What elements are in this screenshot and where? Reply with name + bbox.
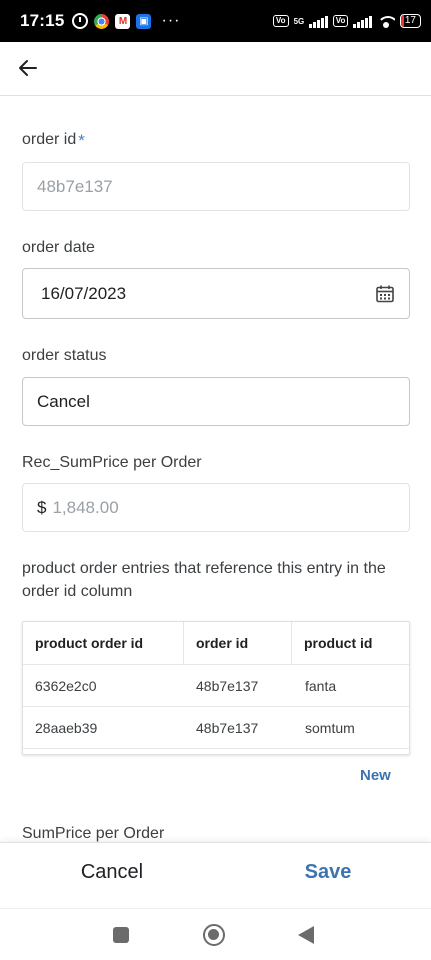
signal-icon-2 bbox=[353, 15, 372, 28]
sumprice-label: SumPrice per Order bbox=[22, 825, 165, 842]
column-header-order-id[interactable]: order id bbox=[183, 622, 248, 664]
cell-order-id: 48b7e137 bbox=[196, 677, 259, 694]
recents-icon[interactable] bbox=[113, 927, 129, 943]
back-button[interactable] bbox=[8, 48, 48, 88]
order-date-field[interactable]: 16/07/2023 bbox=[22, 268, 410, 319]
order-id-value: 48b7e137 bbox=[37, 176, 113, 196]
alarm-icon bbox=[72, 13, 89, 29]
order-status-field[interactable]: Cancel bbox=[22, 377, 410, 426]
table-row[interactable]: 6362e2c0 48b7e137 fanta bbox=[23, 665, 409, 707]
rec-sumprice-field: $ 1,848.00 bbox=[22, 483, 410, 532]
required-mark: * bbox=[78, 131, 85, 150]
new-button[interactable]: New bbox=[360, 767, 391, 784]
order-status-value: Cancel bbox=[37, 391, 90, 411]
cell-order-id: 48b7e137 bbox=[196, 719, 259, 736]
home-icon[interactable] bbox=[203, 924, 225, 946]
action-bar: Cancel Save bbox=[0, 842, 431, 908]
volte-icon-2: Vo bbox=[332, 15, 349, 27]
product-order-table: product order id order id product id 636… bbox=[22, 621, 410, 755]
references-description: product order entries that reference thi… bbox=[22, 560, 386, 600]
column-header-product-order-id[interactable]: product order id bbox=[35, 622, 143, 664]
arrow-left-icon bbox=[19, 60, 37, 76]
order-status-label: order status bbox=[22, 347, 107, 364]
table-row[interactable]: 28aaeb39 48b7e137 somtum bbox=[23, 707, 409, 749]
calendar-icon[interactable] bbox=[375, 284, 395, 304]
battery-level: 17 bbox=[404, 15, 416, 26]
save-button[interactable]: Save bbox=[278, 861, 378, 884]
cell-product-order-id: 28aaeb39 bbox=[35, 719, 98, 736]
battery-icon: 17 bbox=[399, 14, 421, 28]
column-header-product-id[interactable]: product id bbox=[291, 622, 372, 664]
gmail-icon: M bbox=[115, 13, 131, 29]
currency-symbol: $ bbox=[37, 497, 47, 517]
signal-icon bbox=[309, 15, 328, 28]
more-notifications-icon: ··· bbox=[161, 12, 181, 29]
nav-back-icon[interactable] bbox=[298, 926, 314, 944]
screen: 17:15 M ▣ ··· Vo 5G Vo 17 order id * 48b7… bbox=[0, 0, 431, 960]
status-bar-right: Vo 5G Vo 17 bbox=[272, 14, 421, 28]
table-header: product order id order id product id bbox=[23, 622, 409, 665]
order-date-value: 16/07/2023 bbox=[41, 283, 127, 303]
order-id-label-text: order id bbox=[22, 131, 77, 148]
status-bar-left: 17:15 M ▣ ··· bbox=[20, 11, 180, 31]
network-type: 5G bbox=[293, 16, 305, 26]
app-bar bbox=[0, 42, 431, 96]
cancel-button[interactable]: Cancel bbox=[62, 861, 162, 884]
cell-product-id: fanta bbox=[305, 677, 337, 694]
cell-product-order-id: 6362e2c0 bbox=[35, 677, 97, 694]
system-nav-bar bbox=[0, 908, 431, 960]
order-id-label: order id * bbox=[22, 131, 85, 151]
files-icon: ▣ bbox=[136, 13, 152, 29]
volte-icon: Vo bbox=[272, 15, 289, 27]
status-time: 17:15 bbox=[20, 11, 65, 30]
chrome-icon bbox=[94, 13, 110, 29]
wifi-icon bbox=[376, 14, 395, 28]
order-date-label: order date bbox=[22, 239, 95, 256]
rec-sumprice-label: Rec_SumPrice per Order bbox=[22, 454, 202, 471]
rec-sumprice-value: 1,848.00 bbox=[52, 497, 119, 517]
status-bar: 17:15 M ▣ ··· Vo 5G Vo 17 bbox=[0, 0, 431, 42]
order-id-field: 48b7e137 bbox=[22, 162, 410, 211]
cell-product-id: somtum bbox=[305, 719, 355, 736]
